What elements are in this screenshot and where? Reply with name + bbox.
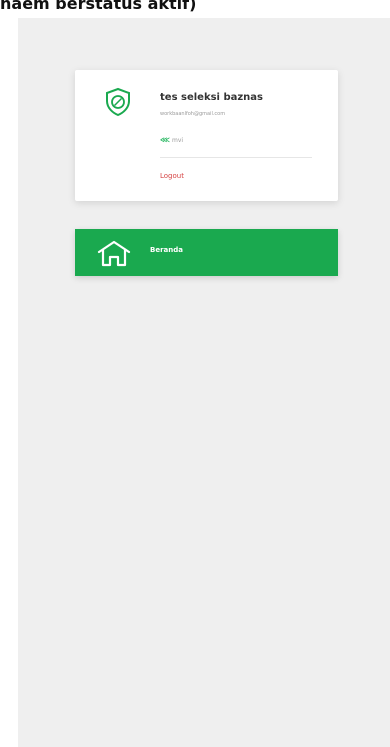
balance-row: ⋘ mvi [160,136,183,144]
user-name: tes seleksi baznas [160,92,263,103]
wallet-icon: ⋘ [160,136,170,144]
shield-icon [106,87,130,117]
user-email: workbaanlfoh@gmail.com [160,111,226,117]
logout-link[interactable]: Logout [160,172,184,180]
home-icon [97,240,131,267]
balance-label: mvi [171,137,184,144]
page-caption: naem berstatus aktif) [0,0,197,13]
sidebar-item-label: Beranda [150,246,183,254]
divider [160,157,312,158]
